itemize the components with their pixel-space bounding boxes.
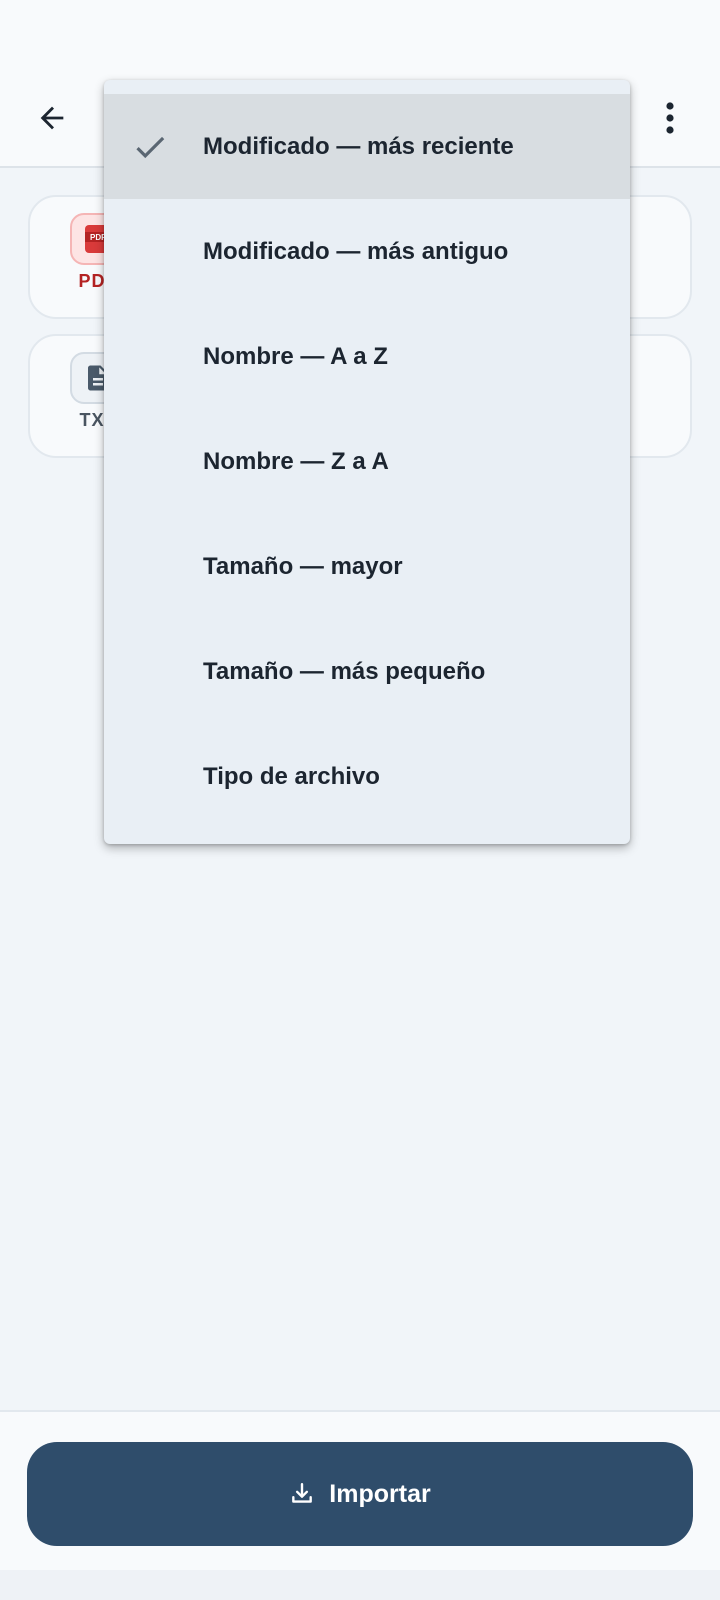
bottom-action-bar: Importar xyxy=(0,1410,720,1570)
more-vert-icon xyxy=(664,101,676,140)
import-button[interactable]: Importar xyxy=(27,1442,693,1546)
system-nav-area xyxy=(0,1570,720,1600)
sort-option-name-a-z[interactable]: Nombre — A a Z xyxy=(104,304,630,409)
sort-menu: Modificado — más reciente Modificado — m… xyxy=(104,80,630,844)
sort-option-modified-oldest[interactable]: Modificado — más antiguo xyxy=(104,199,630,304)
menu-item-label: Nombre — A a Z xyxy=(203,342,388,370)
download-icon xyxy=(289,1481,315,1507)
import-button-label: Importar xyxy=(329,1479,431,1508)
sort-option-file-type[interactable]: Tipo de archivo xyxy=(104,724,630,829)
status-bar-area xyxy=(0,0,720,80)
menu-item-label: Tamaño — más pequeño xyxy=(203,657,486,685)
sort-option-size-smallest[interactable]: Tamaño — más pequeño xyxy=(104,619,630,724)
menu-item-label: Tamaño — mayor xyxy=(203,552,403,580)
sort-option-name-z-a[interactable]: Nombre — Z a A xyxy=(104,409,630,514)
sort-option-modified-newest[interactable]: Modificado — más reciente xyxy=(104,94,630,199)
menu-item-label: Nombre — Z a A xyxy=(203,447,389,475)
arrow-left-icon xyxy=(35,101,69,140)
check-icon xyxy=(130,127,170,167)
menu-item-label: Modificado — más reciente xyxy=(203,132,514,160)
back-button[interactable] xyxy=(28,96,76,144)
sort-option-size-largest[interactable]: Tamaño — mayor xyxy=(104,514,630,619)
more-options-button[interactable] xyxy=(646,96,694,144)
menu-item-label: Tipo de archivo xyxy=(203,762,380,790)
menu-item-label: Modificado — más antiguo xyxy=(203,237,509,265)
